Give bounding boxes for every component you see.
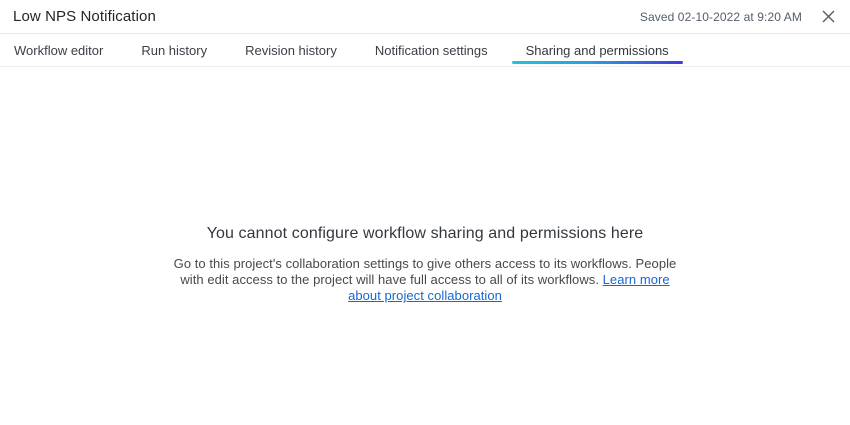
close-icon — [822, 10, 835, 23]
page-title: Low NPS Notification — [13, 8, 156, 25]
tab-notification-settings[interactable]: Notification settings — [361, 34, 502, 66]
close-button[interactable] — [819, 8, 837, 26]
empty-state-description-text: Go to this project's collaboration setti… — [173, 256, 677, 287]
empty-state: You cannot configure workflow sharing an… — [0, 225, 850, 304]
tab-sharing-and-permissions[interactable]: Sharing and permissions — [511, 34, 683, 66]
tab-run-history[interactable]: Run history — [127, 34, 221, 66]
tab-bar: Workflow editor Run history Revision his… — [0, 34, 850, 67]
empty-state-description: Go to this project's collaboration setti… — [171, 256, 679, 304]
tab-workflow-editor[interactable]: Workflow editor — [0, 34, 117, 66]
window-header: Low NPS Notification Saved 02-10-2022 at… — [0, 0, 850, 34]
tab-revision-history[interactable]: Revision history — [231, 34, 351, 66]
saved-status: Saved 02-10-2022 at 9:20 AM — [639, 9, 802, 24]
empty-state-heading: You cannot configure workflow sharing an… — [206, 225, 644, 242]
